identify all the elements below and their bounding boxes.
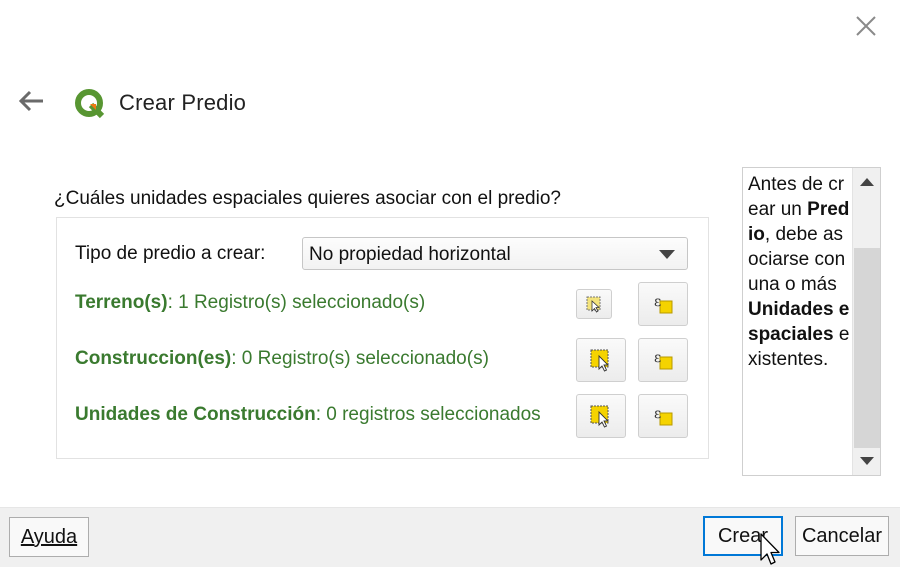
close-button[interactable] [852, 12, 880, 40]
terreno-select-on-map-button[interactable] [576, 289, 612, 319]
help-button-label: Ayuda [20, 526, 78, 548]
close-icon [856, 16, 876, 36]
select-by-expression-icon: ε [654, 350, 673, 370]
select-on-map-icon [586, 296, 601, 313]
select-on-map-icon [590, 405, 610, 428]
construccion-name: Construccion(es) [75, 348, 232, 369]
create-button[interactable]: Crear [703, 516, 783, 556]
help-scrollbar[interactable] [852, 168, 880, 475]
unidades-construccion-select-by-expression-button[interactable]: ε [638, 394, 688, 438]
select-on-map-icon [590, 349, 610, 372]
scroll-thumb[interactable] [854, 248, 880, 448]
predio-type-value: No propiedad horizontal [309, 244, 511, 265]
predio-type-label: Tipo de predio a crear: [75, 243, 266, 264]
unidades-construccion-label: Unidades de Construcción: 0 registros se… [75, 404, 565, 426]
unidades-construccion-detail: : 0 registros seleccionados [315, 404, 541, 425]
help-text: Antes de crear un Predio, debe asociarse… [748, 172, 852, 372]
chevron-down-icon [659, 250, 675, 259]
svg-text:ε: ε [654, 350, 661, 366]
terreno-label: Terreno(s): 1 Registro(s) seleccionado(s… [75, 292, 565, 314]
construccion-select-on-map-button[interactable] [576, 338, 626, 382]
predio-type-select[interactable]: No propiedad horizontal [302, 237, 688, 270]
svg-text:ε: ε [654, 406, 661, 422]
construccion-detail: : 0 Registro(s) seleccionado(s) [231, 348, 489, 369]
terreno-detail: : 1 Registro(s) seleccionado(s) [167, 292, 426, 313]
scroll-down-arrow-icon[interactable] [853, 447, 880, 475]
unidades-construccion-name: Unidades de Construcción [75, 404, 316, 425]
question-label: ¿Cuáles unidades espaciales quieres asoc… [54, 188, 561, 209]
cancel-button[interactable]: Cancelar [795, 516, 889, 556]
construccion-select-by-expression-button[interactable]: ε [638, 338, 688, 382]
help-button[interactable]: Ayuda [9, 517, 89, 557]
terreno-name: Terreno(s) [75, 292, 168, 313]
svg-text:ε: ε [654, 294, 661, 310]
construccion-label: Construccion(es): 0 Registro(s) seleccio… [75, 348, 565, 370]
back-arrow-icon [18, 90, 43, 112]
dialog-title: Crear Predio [119, 90, 247, 115]
scroll-up-arrow-icon[interactable] [853, 168, 880, 196]
help-panel[interactable]: Antes de crear un Predio, debe asociarse… [742, 167, 881, 476]
qgis-logo-icon [74, 88, 106, 120]
unidades-construccion-select-on-map-button[interactable] [576, 394, 626, 438]
select-by-expression-icon: ε [654, 294, 673, 314]
select-by-expression-icon: ε [654, 406, 673, 426]
back-button[interactable] [16, 88, 46, 114]
terreno-select-by-expression-button[interactable]: ε [638, 282, 688, 326]
